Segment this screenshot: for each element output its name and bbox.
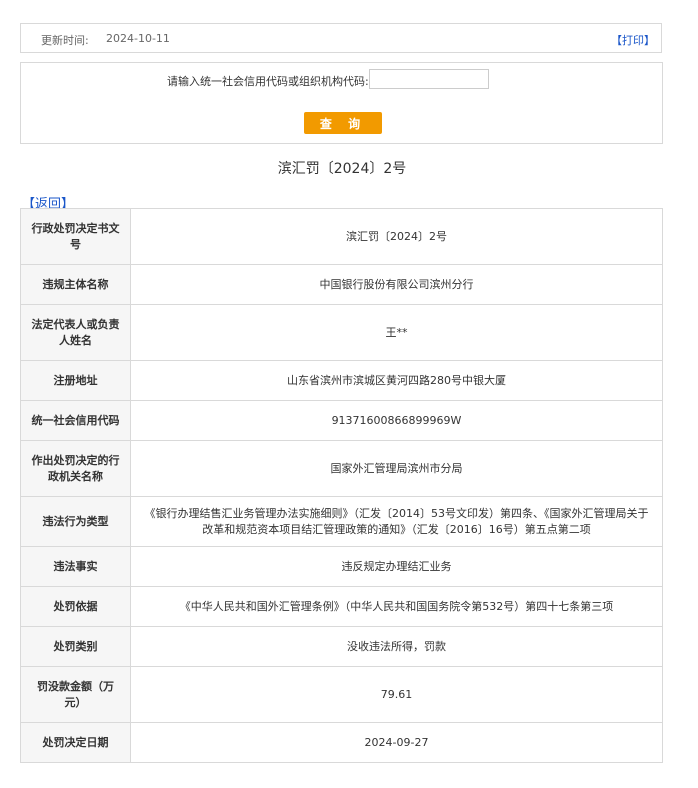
table-row: 行政处罚决定书文号 滨汇罚〔2024〕2号: [20, 208, 663, 265]
table-row: 违法行为类型 《银行办理结售汇业务管理办法实施细则》（汇发〔2014〕53号文印发…: [20, 496, 663, 547]
row-value: 2024-09-27: [130, 722, 663, 763]
penalty-detail-table: 行政处罚决定书文号 滨汇罚〔2024〕2号 违规主体名称 中国银行股份有限公司滨州分…: [20, 208, 663, 763]
table-row: 法定代表人或负责人姓名 王**: [20, 304, 663, 361]
table-row: 注册地址 山东省滨州市滨城区黄河四路280号中银大厦: [20, 360, 663, 401]
table-row: 罚没款金额（万元） 79.61: [20, 666, 663, 723]
table-row: 处罚依据 《中华人民共和国外汇管理条例》（中华人民共和国国务院令第532号）第四十…: [20, 586, 663, 627]
row-value: 国家外汇管理局滨州市分局: [130, 440, 663, 497]
update-time-value: 2024-10-11: [106, 32, 170, 45]
query-form: 请输入统一社会信用代码或组织机构代码: 查 询: [20, 62, 663, 144]
row-key: 违法事实: [20, 546, 131, 587]
row-key: 行政处罚决定书文号: [20, 208, 131, 265]
table-row: 处罚决定日期 2024-09-27: [20, 722, 663, 763]
print-link[interactable]: 【打印】: [611, 32, 655, 48]
row-key: 统一社会信用代码: [20, 400, 131, 441]
table-row: 违规主体名称 中国银行股份有限公司滨州分行: [20, 264, 663, 305]
document-title: 滨汇罚〔2024〕2号: [277, 161, 407, 177]
row-key: 处罚依据: [20, 586, 131, 627]
table-row: 作出处罚决定的行政机关名称 国家外汇管理局滨州市分局: [20, 440, 663, 497]
row-value: 《中华人民共和国外汇管理条例》（中华人民共和国国务院令第532号）第四十七条第三…: [130, 586, 663, 627]
update-bar: 更新时间: 2024-10-11 【打印】: [20, 23, 662, 53]
row-value: 违反规定办理结汇业务: [130, 546, 663, 587]
row-key: 罚没款金额（万元）: [20, 666, 131, 723]
row-value: 《银行办理结售汇业务管理办法实施细则》（汇发〔2014〕53号文印发）第四条、《…: [130, 496, 663, 547]
row-value: 滨汇罚〔2024〕2号: [130, 208, 663, 265]
row-value: 山东省滨州市滨城区黄河四路280号中银大厦: [130, 360, 663, 401]
code-prompt-label: 请输入统一社会信用代码或组织机构代码:: [167, 75, 369, 88]
table-row: 统一社会信用代码 91371600866899969W: [20, 400, 663, 441]
row-key: 法定代表人或负责人姓名: [20, 304, 131, 361]
row-value: 91371600866899969W: [130, 400, 663, 441]
row-value: 王**: [130, 304, 663, 361]
row-value: 中国银行股份有限公司滨州分行: [130, 264, 663, 305]
row-value: 79.61: [130, 666, 663, 723]
table-row: 违法事实 违反规定办理结汇业务: [20, 546, 663, 587]
query-button[interactable]: 查 询: [304, 112, 382, 134]
table-row: 处罚类别 没收违法所得，罚款: [20, 626, 663, 667]
row-key: 违法行为类型: [20, 496, 131, 547]
update-time-label: 更新时间:: [41, 34, 89, 47]
row-key: 违规主体名称: [20, 264, 131, 305]
row-key: 处罚类别: [20, 626, 131, 667]
credit-code-input[interactable]: [369, 69, 489, 89]
row-key: 注册地址: [20, 360, 131, 401]
row-key: 作出处罚决定的行政机关名称: [20, 440, 131, 497]
row-value: 没收违法所得，罚款: [130, 626, 663, 667]
row-key: 处罚决定日期: [20, 722, 131, 763]
